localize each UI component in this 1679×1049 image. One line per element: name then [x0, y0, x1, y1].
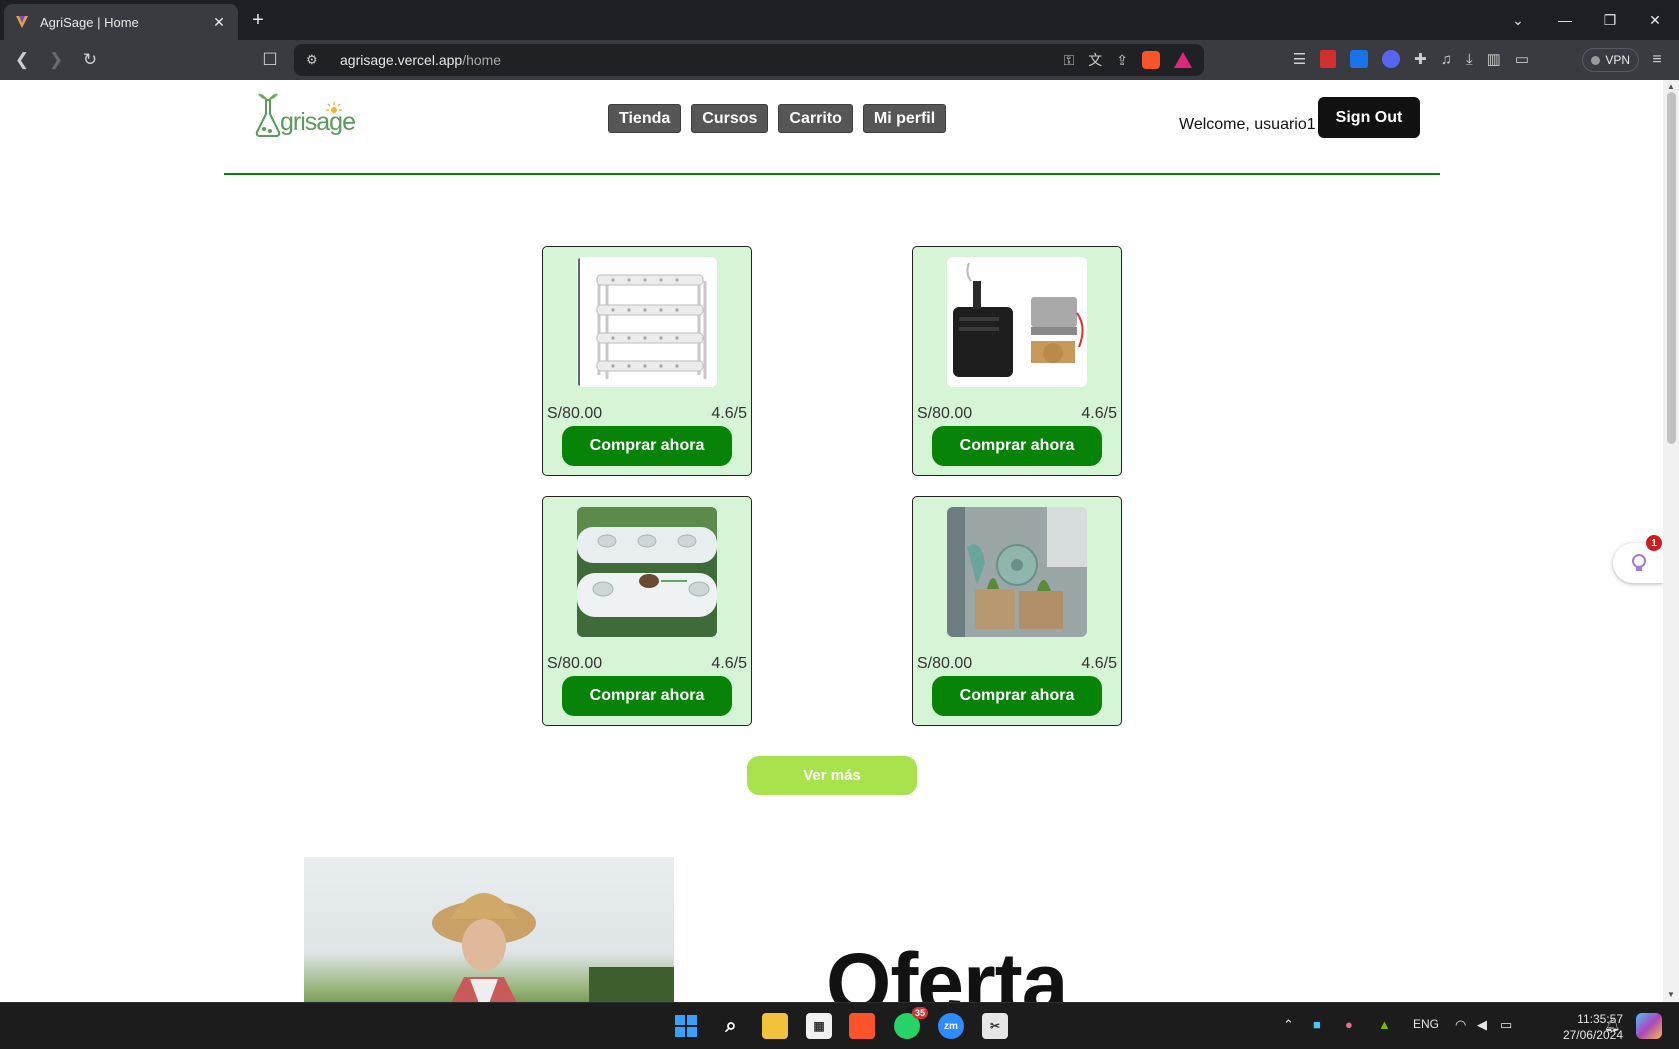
extensions-area: ☰ ✚ ♫ ⤓ ▥ ▭ [1293, 50, 1529, 68]
download-icon[interactable]: ⤓ [1466, 51, 1473, 68]
windows-taskbar: ⌕ ▦ 35 zm ✂ ⌃ ■ ● ▲ ENG ◠ ◀ ▭ 11:35:57 2… [0, 1002, 1679, 1049]
product-price: S/80.00 [547, 405, 603, 422]
puzzle-icon[interactable]: ✚ [1414, 50, 1427, 68]
site-header: grisage Tienda Cursos Carrito Mi perfil … [224, 80, 1440, 175]
agrisage-logo[interactable]: grisage [254, 88, 356, 140]
buy-now-button[interactable]: Comprar ahora [562, 676, 732, 716]
reader-icon[interactable]: ☰ [1293, 50, 1306, 68]
address-bar[interactable]: ⚙ agrisage.vercel.app/home ⚿ 文 ⇪ [294, 44, 1204, 76]
tray-colorful-icon[interactable]: ● [1345, 1017, 1353, 1032]
close-tab-icon[interactable]: ✕ [210, 13, 228, 31]
tray-app-icon[interactable]: ■ [1313, 1017, 1321, 1032]
scroll-down-icon[interactable]: ▼ [1666, 990, 1676, 1000]
scrollbar-thumb[interactable] [1667, 92, 1676, 444]
whatsapp-icon[interactable]: 35 [894, 1007, 928, 1039]
page-scrollbar[interactable]: ▲ ▼ [1663, 80, 1679, 1002]
sidebar-icon[interactable]: ▥ [1487, 50, 1501, 68]
browser-tab-bar: AgriSage | Home ✕ + ⌄ — ❐ ✕ [0, 0, 1679, 40]
pvc-pipes-image[interactable] [577, 507, 717, 637]
file-explorer-icon[interactable] [762, 1013, 788, 1039]
buy-now-button[interactable]: Comprar ahora [932, 426, 1102, 466]
water-pump-image[interactable] [947, 257, 1087, 387]
product-rating: 4.6/5 [711, 405, 747, 422]
forward-icon[interactable]: ❯ [44, 48, 68, 72]
whatsapp-badge: 35 [911, 1007, 928, 1019]
logo-wordmark: grisage [280, 108, 356, 136]
notification-bell-icon[interactable]: 🔔︎ [1604, 1017, 1621, 1033]
main-nav: Tienda Cursos Carrito Mi perfil [608, 104, 947, 133]
restore-icon[interactable]: ❐ [1598, 8, 1622, 32]
back-icon[interactable]: ❮ [10, 48, 34, 72]
product-card: S/80.00 4.6/5 Comprar ahora [542, 496, 752, 726]
tab-search-icon[interactable]: ⌄ [1506, 8, 1530, 32]
browser-menu-icon[interactable]: ≡ [1645, 48, 1669, 72]
tray-chevron-icon[interactable]: ⌃ [1283, 1017, 1294, 1033]
product-rating: 4.6/5 [1081, 405, 1117, 422]
tab-title: AgriSage | Home [40, 14, 139, 30]
product-price: S/80.00 [547, 655, 603, 672]
share-icon[interactable]: ⇪ [1116, 52, 1128, 69]
bookmark-icon[interactable]: ☐ [258, 48, 282, 72]
product-card: S/80.00 4.6/5 Comprar ahora [542, 246, 752, 476]
search-icon[interactable]: ⌕ [718, 1013, 744, 1039]
wallet-icon[interactable]: ▭ [1515, 50, 1529, 68]
agrisage-favicon-icon [16, 16, 28, 28]
brave-rewards-icon[interactable] [1174, 52, 1192, 68]
google-translate-icon[interactable] [1350, 50, 1369, 68]
product-card: S/80.00 4.6/5 Comprar ahora [912, 246, 1122, 476]
buy-now-button[interactable]: Comprar ahora [562, 426, 732, 466]
nav-carrito[interactable]: Carrito [778, 104, 853, 133]
offer-heading: Oferta [826, 936, 1068, 1002]
shelf-rack-image[interactable] [577, 257, 717, 387]
microsoft-store-icon[interactable]: ▦ [806, 1013, 832, 1039]
sign-out-button[interactable]: Sign Out [1318, 97, 1420, 138]
snipping-tool-icon[interactable]: ✂ [982, 1013, 1008, 1039]
scroll-up-icon[interactable]: ▲ [1666, 82, 1676, 92]
url-text[interactable]: agrisage.vercel.app/home [340, 52, 1064, 68]
product-price: S/80.00 [917, 655, 973, 672]
vpn-status-icon [1591, 55, 1601, 65]
copilot-icon[interactable] [1636, 1013, 1662, 1039]
welcome-text: Welcome, usuario1 [1179, 116, 1316, 133]
ghost-extension-icon[interactable] [1382, 50, 1401, 68]
product-price: S/80.00 [917, 405, 973, 422]
product-rating: 4.6/5 [711, 655, 747, 672]
nav-mi-perfil[interactable]: Mi perfil [862, 104, 947, 133]
nvidia-icon[interactable]: ▲ [1378, 1017, 1391, 1032]
sun-icon [326, 102, 342, 113]
assistant-widget[interactable]: 1 [1613, 535, 1663, 583]
language-indicator[interactable]: ENG [1413, 1017, 1439, 1031]
zoom-icon[interactable]: zm [938, 1013, 964, 1039]
brave-shields-icon[interactable] [1142, 51, 1160, 69]
browser-toolbar: ❮ ❯ ↻ ☐ ⚙ agrisage.vercel.app/home ⚿ 文 ⇪… [0, 40, 1679, 80]
nav-tienda[interactable]: Tienda [608, 104, 682, 133]
active-tab[interactable]: AgriSage | Home ✕ [4, 4, 238, 40]
brave-browser-icon[interactable] [849, 1013, 875, 1039]
close-window-icon[interactable]: ✕ [1643, 8, 1667, 32]
product-card: S/80.00 4.6/5 Comprar ahora [912, 496, 1122, 726]
vpn-button[interactable]: VPN [1582, 48, 1639, 72]
minimize-icon[interactable]: — [1553, 8, 1577, 32]
assistant-badge: 1 [1646, 535, 1662, 551]
ver-mas-button[interactable]: Ver más [747, 756, 917, 795]
music-icon[interactable]: ♫ [1441, 51, 1452, 68]
new-tab-button[interactable]: + [246, 8, 270, 32]
product-rating: 4.6/5 [1081, 655, 1117, 672]
page-viewport: grisage Tienda Cursos Carrito Mi perfil … [0, 80, 1663, 1002]
nav-cursos[interactable]: Cursos [691, 104, 769, 133]
wifi-icon[interactable]: ◠ [1455, 1017, 1466, 1033]
pdf-extension-icon[interactable] [1320, 50, 1337, 68]
buy-now-button[interactable]: Comprar ahora [932, 676, 1102, 716]
grow-tent-image[interactable] [947, 507, 1087, 637]
farmer-hero-image [304, 857, 674, 1002]
start-icon[interactable] [673, 1013, 699, 1039]
lightbulb-icon [1632, 554, 1646, 571]
battery-icon[interactable]: ▭ [1500, 1017, 1512, 1033]
key-icon[interactable]: ⚿ [1064, 52, 1075, 69]
reload-icon[interactable]: ↻ [78, 48, 102, 72]
site-info-icon[interactable]: ⚙ [306, 52, 326, 68]
volume-icon[interactable]: ◀ [1477, 1017, 1487, 1033]
translate-icon[interactable]: 文 [1088, 50, 1102, 70]
